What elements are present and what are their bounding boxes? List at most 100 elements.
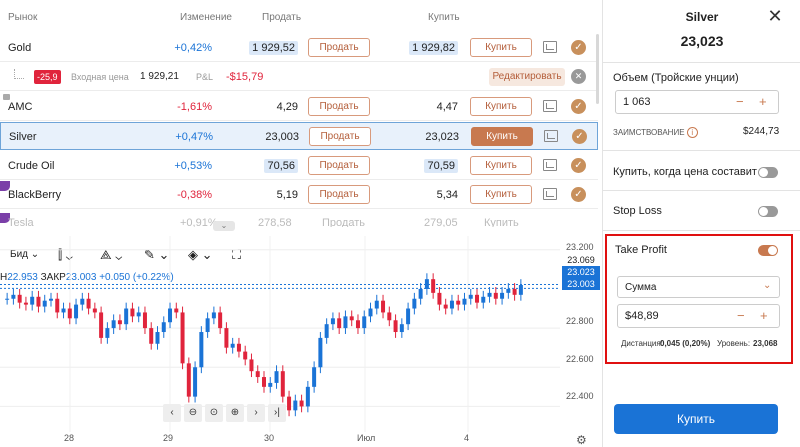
divider [603, 190, 800, 191]
candle-body [48, 298, 53, 301]
buy-price: 4,47 [436, 101, 458, 113]
table-row[interactable]: Crude Oil +0,53% 70,56 Продать 70,59 Куп… [0, 152, 598, 180]
y-tick-label: 22.600 [566, 354, 594, 364]
table-row[interactable]: BlackBerry -0,38% 5,19 Продать 5,34 Купи… [0, 181, 598, 209]
close-position-icon[interactable]: ✕ [571, 69, 586, 84]
col-change: Изменение [180, 12, 232, 23]
volume-value[interactable]: 1 063 [623, 96, 651, 108]
ask-price-tag: 23.023 [562, 266, 600, 278]
zoom-in-icon[interactable]: ⊕ [226, 404, 244, 422]
candle-body [255, 371, 260, 378]
sell-price: 1 929,52 [249, 41, 298, 55]
market-change: -1,61% [177, 101, 212, 113]
table-row-selected[interactable]: Silver +0,47% 23,003 Продать 23,023 Купи… [0, 122, 598, 150]
table-row[interactable]: Gold +0,42% 1 929,52 Продать 1 929,82 Ку… [0, 34, 598, 62]
position-loss-badge: -25,9 [34, 70, 61, 84]
candle-body [230, 343, 235, 348]
check-icon[interactable]: ✓ [571, 187, 586, 202]
minus-icon[interactable]: − [737, 308, 745, 323]
take-profit-value[interactable]: $48,89 [625, 310, 659, 322]
sell-button[interactable]: Продать [308, 185, 370, 204]
chart-icon[interactable] [543, 41, 557, 53]
candle-body [186, 363, 191, 397]
candle-body [355, 320, 360, 329]
table-row[interactable]: AMC -1,61% 4,29 Продать 4,47 Купить ✓ [0, 93, 598, 121]
buy-button[interactable]: Купить [470, 38, 532, 57]
level-value: 23,068 [753, 339, 778, 348]
y-tick-label: 22.800 [566, 316, 594, 326]
chart-settings-gear-icon[interactable]: ⚙ [576, 433, 587, 447]
stop-loss-label: Stop Loss [613, 205, 662, 217]
candlestick-chart[interactable] [0, 236, 560, 432]
buy-price: 279,05 [424, 217, 458, 227]
volume-stepper[interactable]: 1 063 − + [615, 90, 779, 114]
table-scrollbar[interactable] [596, 34, 599, 104]
sell-button[interactable]: Продать [308, 156, 370, 175]
take-profit-mode-select[interactable]: Сумма ⌄ [617, 276, 780, 298]
candle-body [236, 343, 241, 352]
sell-button[interactable]: Продать [308, 38, 370, 57]
check-icon[interactable]: ✓ [571, 40, 586, 55]
scroll-right-icon[interactable]: › [247, 404, 265, 422]
zoom-out-icon[interactable]: ⊖ [184, 404, 202, 422]
buy-button[interactable]: Купить [470, 156, 532, 175]
candle-body [161, 322, 166, 333]
take-profit-stepper[interactable]: $48,89 − + [617, 304, 780, 328]
candle-body [74, 304, 79, 319]
buy-button[interactable]: Купить [484, 217, 519, 227]
candle-body [475, 294, 480, 303]
buy-price: 5,34 [436, 189, 458, 201]
markets-area: Рынок Изменение Продать Купить Gold +0,4… [0, 0, 602, 447]
chart-icon[interactable] [543, 100, 557, 112]
table-row-partial[interactable]: Tesla +0,91% 278,58 Продать 279,05 Купит… [0, 213, 598, 227]
sell-button[interactable]: Продать [308, 97, 370, 116]
minus-icon[interactable]: − [736, 94, 744, 109]
candle-body [462, 298, 467, 305]
chart-icon[interactable] [543, 188, 557, 200]
distance-value: 0,045 (0,20%) [660, 339, 711, 348]
candle-body [105, 328, 110, 338]
bid-price-tag: 23.003 [562, 278, 600, 290]
stop-loss-toggle[interactable] [758, 206, 778, 217]
y-tick-label: 22.400 [566, 391, 594, 401]
sell-price: 70,56 [264, 159, 298, 173]
candle-body [518, 285, 523, 295]
scroll-to-end-icon[interactable]: ›| [268, 404, 286, 422]
chart-icon[interactable] [543, 159, 557, 171]
check-icon[interactable]: ✓ [571, 99, 586, 114]
close-icon[interactable]: ✕ [765, 6, 785, 26]
check-icon[interactable]: ✓ [572, 129, 587, 144]
candle-body [418, 288, 423, 299]
sell-price: 278,58 [258, 217, 292, 227]
take-profit-toggle[interactable] [758, 245, 778, 256]
scroll-left-icon[interactable]: ‹ [163, 404, 181, 422]
chart-icon[interactable] [544, 130, 558, 142]
zoom-reset-icon[interactable]: ⊙ [205, 404, 223, 422]
candle-body [468, 294, 473, 299]
candle-body [437, 292, 442, 305]
y-tick-label: 23.200 [566, 242, 594, 252]
edit-position-button[interactable]: Редактировать [489, 68, 565, 86]
sell-button[interactable]: Продать [309, 127, 371, 146]
plus-icon[interactable]: + [759, 94, 767, 109]
plus-icon[interactable]: + [760, 308, 768, 323]
candle-body [324, 324, 329, 338]
buy-button[interactable]: Купить [470, 185, 532, 204]
distance-label: Дистанция: [621, 339, 663, 348]
buy-submit-button[interactable]: Купить [614, 404, 778, 434]
info-icon[interactable]: i [686, 127, 698, 138]
market-change: -0,38% [177, 189, 212, 201]
panel-resize-handle[interactable]: ⌄ [213, 221, 235, 231]
sell-button[interactable]: Продать [322, 217, 365, 227]
candle-body [493, 292, 498, 299]
chevron-down-icon: ⌄ [763, 280, 772, 291]
check-icon[interactable]: ✓ [571, 158, 586, 173]
market-name: Silver [9, 131, 37, 143]
x-tick-label: 28 [64, 433, 75, 443]
buy-button[interactable]: Купить [471, 127, 533, 146]
sell-price: 23,003 [265, 131, 299, 143]
buy-button[interactable]: Купить [470, 97, 532, 116]
candle-body [280, 371, 285, 397]
candle-body [512, 288, 517, 295]
buy-when-toggle[interactable] [758, 167, 778, 178]
